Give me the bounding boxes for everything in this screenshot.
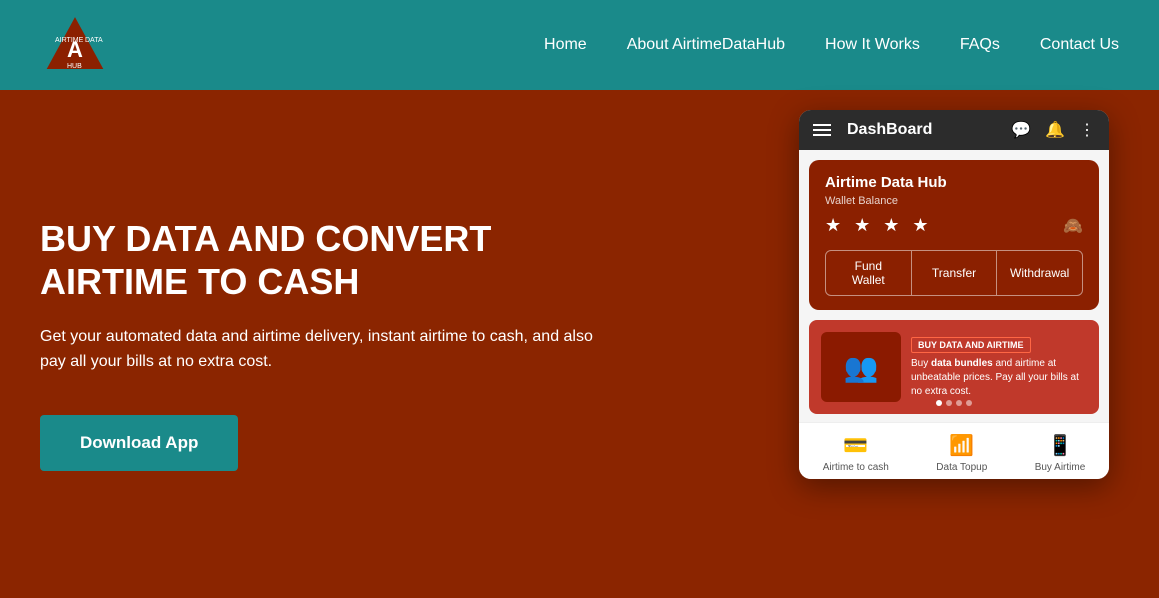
wallet-balance-masked: ★ ★ ★ ★ xyxy=(825,215,933,236)
banner-dots xyxy=(809,400,1099,406)
bottom-navigation: 💳 Airtime to cash 📶 Data Topup 📱 Buy Air… xyxy=(799,422,1109,479)
dot-3[interactable] xyxy=(956,400,962,406)
transfer-button[interactable]: Transfer xyxy=(912,251,998,295)
hero-title: BUY DATA AND CONVERT AIRTIME TO CASH xyxy=(40,217,600,303)
svg-text:DATA: DATA xyxy=(85,37,103,44)
dashboard-bar: DashBoard 💬 🔔 ⋮ xyxy=(799,110,1109,150)
logo: A AIRTIME DATA HUB xyxy=(40,10,110,80)
dot-2[interactable] xyxy=(946,400,952,406)
banner-image: 👥 xyxy=(821,332,901,402)
dashboard-icons: 💬 🔔 ⋮ xyxy=(1011,120,1095,140)
dot-4[interactable] xyxy=(966,400,972,406)
nav-home[interactable]: Home xyxy=(544,36,587,53)
banner-content: BUY DATA AND AIRTIME Buy data bundles an… xyxy=(911,335,1087,399)
airtime-to-cash-label: Airtime to cash xyxy=(823,462,889,473)
buy-airtime-icon: 📱 xyxy=(1048,433,1073,458)
more-options-icon[interactable]: ⋮ xyxy=(1079,120,1095,140)
hamburger-menu[interactable] xyxy=(813,124,831,136)
header: A AIRTIME DATA HUB Home About AirtimeDat… xyxy=(0,0,1159,90)
download-app-button[interactable]: Download App xyxy=(40,415,238,471)
hero-subtitle: Get your automated data and airtime deli… xyxy=(40,324,600,375)
buy-airtime-label: Buy Airtime xyxy=(1035,462,1086,473)
airtime-to-cash-icon: 💳 xyxy=(843,433,868,458)
bottom-nav-buy-airtime[interactable]: 📱 Buy Airtime xyxy=(1035,433,1086,473)
wallet-actions: FundWallet Transfer Withdrawal xyxy=(825,250,1083,296)
svg-text:HUB: HUB xyxy=(67,63,82,70)
hero-text-block: BUY DATA AND CONVERT AIRTIME TO CASH Get… xyxy=(40,217,600,471)
logo-icon: A AIRTIME DATA HUB xyxy=(40,10,110,80)
message-icon[interactable]: 💬 xyxy=(1011,120,1031,140)
banner-badge-main: DATA AND AIRTIME xyxy=(939,340,1023,350)
nav-contact-us[interactable]: Contact Us xyxy=(1040,36,1119,53)
promo-banner: 👥 BUY DATA AND AIRTIME Buy data bundles … xyxy=(809,320,1099,414)
main-nav: Home About AirtimeDataHub How It Works F… xyxy=(544,36,1119,54)
app-mockup: DashBoard 💬 🔔 ⋮ Airtime Data Hub Wallet … xyxy=(799,110,1109,479)
nav-faqs[interactable]: FAQs xyxy=(960,36,1000,53)
banner-badge: BUY DATA AND AIRTIME xyxy=(911,337,1031,353)
nav-about[interactable]: About AirtimeDataHub xyxy=(627,36,785,53)
svg-text:AIRTIME: AIRTIME xyxy=(55,37,84,44)
wallet-balance-row: ★ ★ ★ ★ 🙈 xyxy=(825,215,1083,236)
wallet-app-name: Airtime Data Hub xyxy=(825,174,1083,191)
notification-icon[interactable]: 🔔 xyxy=(1045,120,1065,140)
toggle-balance-icon[interactable]: 🙈 xyxy=(1063,216,1083,236)
bottom-nav-airtime-to-cash[interactable]: 💳 Airtime to cash xyxy=(823,433,889,473)
fund-wallet-button[interactable]: FundWallet xyxy=(826,251,912,295)
bottom-nav-data-topup[interactable]: 📶 Data Topup xyxy=(936,433,987,473)
wallet-balance-label: Wallet Balance xyxy=(825,195,1083,207)
nav-how-it-works[interactable]: How It Works xyxy=(825,36,920,53)
data-topup-icon: 📶 xyxy=(949,433,974,458)
withdrawal-button[interactable]: Withdrawal xyxy=(997,251,1082,295)
data-topup-label: Data Topup xyxy=(936,462,987,473)
hero-section: BUY DATA AND CONVERT AIRTIME TO CASH Get… xyxy=(0,90,1159,598)
wallet-card: Airtime Data Hub Wallet Balance ★ ★ ★ ★ … xyxy=(809,160,1099,310)
dot-1[interactable] xyxy=(936,400,942,406)
dashboard-title: DashBoard xyxy=(847,121,1011,139)
banner-description: Buy data bundles and airtime at unbeatab… xyxy=(911,357,1087,399)
